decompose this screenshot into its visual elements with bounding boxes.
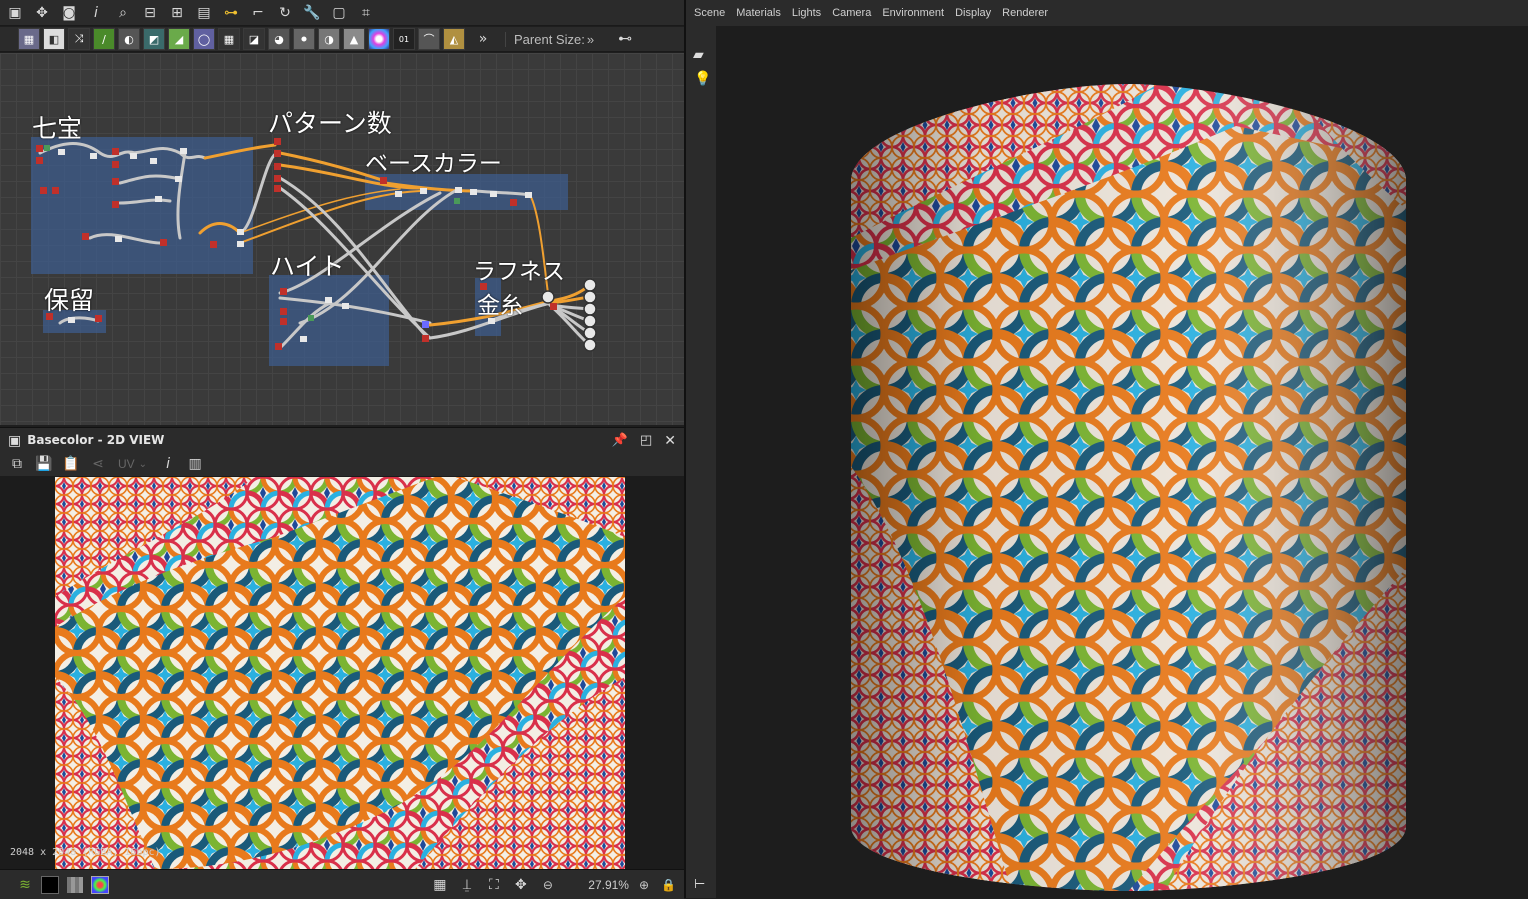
grid-icon[interactable]: ▦: [429, 874, 451, 896]
layout-icon[interactable]: ▤: [193, 2, 215, 24]
zoom-out-icon[interactable]: ⊖: [543, 878, 553, 892]
connector-icon[interactable]: ⌐: [247, 2, 269, 24]
parent-size-more-icon[interactable]: »: [587, 32, 594, 47]
view2d-header: ▣ Basecolor - 2D VIEW 📌 ◰ ✕: [0, 427, 684, 452]
histogram-icon[interactable]: ▲: [343, 28, 365, 50]
chevron-down-icon[interactable]: ⌄: [139, 459, 147, 470]
texture-pattern: [55, 477, 625, 869]
black-swatch-icon[interactable]: [41, 875, 59, 894]
zoom-value[interactable]: 27.91%: [559, 878, 629, 892]
frame-label-height: ハイト: [270, 252, 345, 281]
view2d-toolbar: ⧉ 💾 📋 ⋖ UV ⌄ i ▥: [0, 452, 684, 476]
grid-icon[interactable]: ▦: [218, 28, 240, 50]
crop-icon[interactable]: ⌗: [355, 2, 377, 24]
move-icon[interactable]: ✥: [31, 2, 53, 24]
pan-icon[interactable]: ✥: [510, 874, 532, 896]
scene-tree-icon[interactable]: ⊢: [694, 876, 705, 892]
fit-icon[interactable]: ⛶: [483, 874, 505, 896]
cylinder-mesh: [851, 84, 1406, 891]
link-icon[interactable]: ⊶: [220, 2, 242, 24]
histogram-icon[interactable]: ▥: [184, 453, 206, 475]
bitmap-icon[interactable]: ▦: [18, 28, 40, 50]
blend-icon[interactable]: ◕: [268, 28, 290, 50]
texture-info: 2048 x 2048 (RGBA, 16bpc): [10, 847, 161, 858]
cycle-icon[interactable]: ↻: [274, 2, 296, 24]
channel-icon[interactable]: ◑: [318, 28, 340, 50]
light-icon[interactable]: 💡: [694, 70, 711, 87]
rgb-channel-icon[interactable]: [91, 875, 109, 894]
frame-label-base-color: ベースカラー: [365, 151, 502, 177]
paste-icon[interactable]: 📋: [60, 453, 82, 475]
warp-icon[interactable]: ◩: [143, 28, 165, 50]
gradient-icon[interactable]: ◢: [168, 28, 190, 50]
hsl-icon[interactable]: [368, 28, 390, 50]
maximize-icon[interactable]: ◰: [640, 432, 652, 448]
menu-environment[interactable]: Environment: [882, 7, 944, 19]
view2d-statusbar: ≋ ▦ ⍊ ⛶ ✥ ⊖ 27.91% ⊕ 🔒: [0, 869, 684, 899]
share-icon[interactable]: ⋖: [87, 453, 109, 475]
emboss-icon[interactable]: ◭: [443, 28, 465, 50]
view2d-canvas[interactable]: 2048 x 2048 (RGBA, 16bpc): [0, 476, 684, 869]
svg-icon[interactable]: ◧: [43, 28, 65, 50]
blur-icon[interactable]: ◯: [193, 28, 215, 50]
frame-label-pattern-count: パターン数: [268, 109, 392, 138]
graph-toolbar: ▣ ✥ ◙ i ⌕ ⊟ ⊞ ▤ ⊶ ⌐ ↻ 🔧 ▢ ⌗: [0, 0, 684, 26]
levels-icon[interactable]: ⚫: [293, 28, 315, 50]
graph-view[interactable]: 七宝 パターン数 ベースカラー ハイト ラフネス 金糸 保留: [0, 53, 684, 425]
frame-label-roughness: ラフネス: [473, 259, 565, 285]
curve-icon[interactable]: ∕: [93, 28, 115, 50]
view2d-title: Basecolor - 2D VIEW: [27, 433, 165, 447]
close-icon[interactable]: ✕: [664, 432, 676, 449]
view3d-menubar: Scene Materials Lights Camera Environmen…: [686, 0, 1528, 26]
view3d-sidebar: ▰ 💡 ⊢: [686, 26, 716, 898]
options-icon[interactable]: ⊷: [614, 28, 636, 50]
frame-icon[interactable]: ▣: [4, 2, 26, 24]
frame-label-gold-thread: 金糸: [477, 293, 523, 319]
node-icon[interactable]: ⊞: [166, 2, 188, 24]
lock-icon[interactable]: 🔒: [661, 878, 676, 892]
frame-label-shippou: 七宝: [32, 114, 83, 143]
gray-swatch-icon[interactable]: [67, 876, 83, 893]
pixel-icon[interactable]: 01: [393, 28, 415, 50]
more-nodes-icon[interactable]: »: [472, 28, 494, 50]
info-icon[interactable]: i: [85, 2, 107, 24]
transform-icon[interactable]: ⤨: [68, 28, 90, 50]
camera-icon[interactable]: ▰: [693, 46, 704, 63]
view2d-icon: ▣: [8, 431, 22, 448]
pin-icon[interactable]: 📌: [612, 432, 628, 448]
copy-icon[interactable]: ⧉: [6, 453, 28, 475]
tools-icon[interactable]: 🔧: [301, 2, 323, 24]
uv-dropdown[interactable]: UV: [118, 457, 135, 471]
menu-renderer[interactable]: Renderer: [1002, 7, 1048, 19]
menu-materials[interactable]: Materials: [736, 7, 781, 19]
menu-scene[interactable]: Scene: [694, 7, 725, 19]
save-icon[interactable]: 💾: [33, 453, 55, 475]
fill-icon[interactable]: ◪: [243, 28, 265, 50]
layers-icon[interactable]: ≋: [14, 874, 36, 896]
view3d-canvas[interactable]: [716, 26, 1528, 898]
frame-label-reserved: 保留: [44, 286, 95, 315]
parent-size-label[interactable]: Parent Size:: [505, 31, 585, 47]
basecolor-texture: [55, 477, 625, 869]
pixel-ruler-icon[interactable]: ⍊: [456, 874, 478, 896]
menu-lights[interactable]: Lights: [792, 7, 821, 19]
info-icon[interactable]: i: [157, 453, 179, 475]
shuffle-icon[interactable]: ⌒: [418, 28, 440, 50]
menu-camera[interactable]: Camera: [832, 7, 871, 19]
align-icon[interactable]: ⊟: [139, 2, 161, 24]
atomic-nodes-toolbar: ▦ ◧ ⤨ ∕ ◐ ◩ ◢ ◯ ▦ ◪ ◕ ⚫ ◑ ▲ 01 ⌒ ◭ » Par…: [0, 27, 684, 52]
display-icon[interactable]: ▢: [328, 2, 350, 24]
camera-icon[interactable]: ◙: [58, 2, 80, 24]
menu-display[interactable]: Display: [955, 7, 991, 19]
uniform-color-icon[interactable]: ◐: [118, 28, 140, 50]
zoom-in-icon[interactable]: ⊕: [639, 878, 649, 892]
search-icon[interactable]: ⌕: [112, 2, 134, 24]
